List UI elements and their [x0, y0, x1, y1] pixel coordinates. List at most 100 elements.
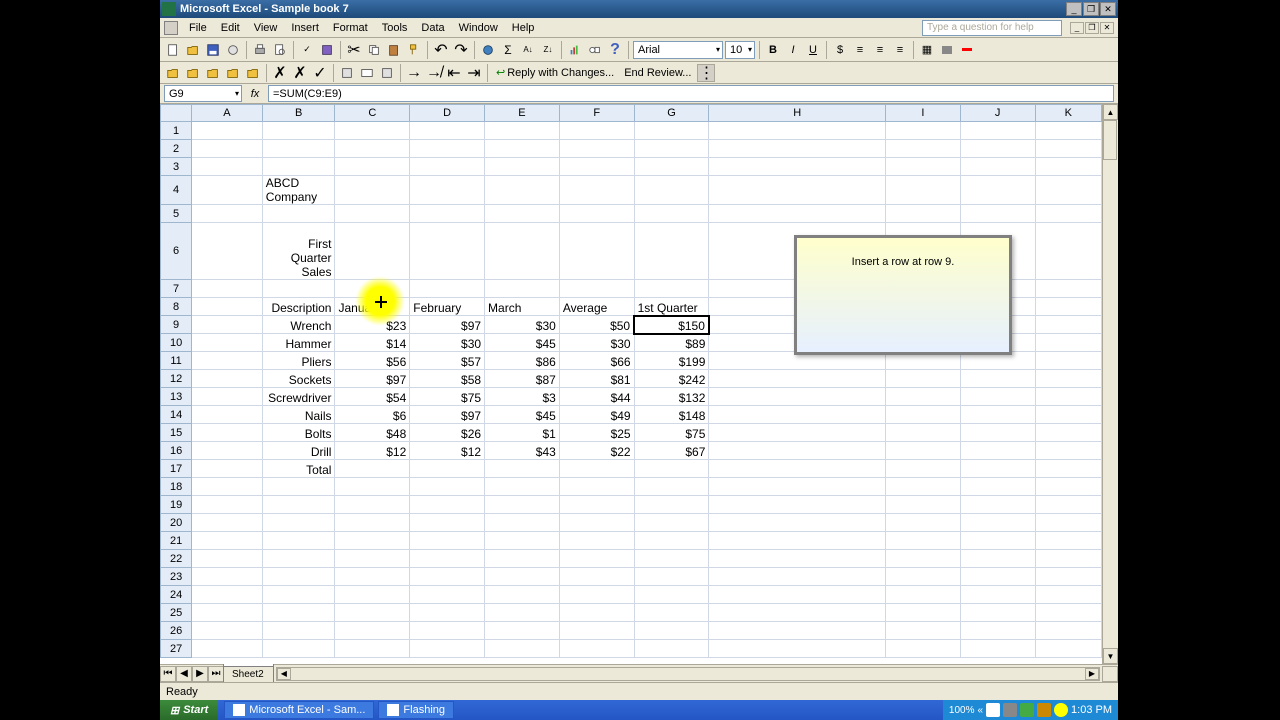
- cell-A6[interactable]: [192, 223, 263, 280]
- cell-J1[interactable]: [960, 122, 1035, 140]
- cell-C7[interactable]: [335, 280, 410, 298]
- vertical-scrollbar[interactable]: ▲ ▼: [1102, 104, 1118, 664]
- cell-E6[interactable]: [485, 223, 560, 280]
- paste-icon[interactable]: [385, 41, 403, 59]
- clock[interactable]: 1:03 PM: [1071, 704, 1112, 716]
- cell-B14[interactable]: Nails: [262, 406, 335, 424]
- cell-E2[interactable]: [485, 140, 560, 158]
- tray-expand-icon[interactable]: «: [977, 705, 983, 716]
- cell-D4[interactable]: [410, 176, 485, 205]
- cell-C3[interactable]: [335, 158, 410, 176]
- cell-E20[interactable]: [485, 514, 560, 532]
- cell-F27[interactable]: [559, 640, 634, 658]
- cell-I22[interactable]: [885, 550, 960, 568]
- toolbar-options-icon[interactable]: ⋮: [697, 64, 715, 82]
- cell-G1[interactable]: [634, 122, 709, 140]
- cell-C4[interactable]: [335, 176, 410, 205]
- cell-F14[interactable]: $49: [559, 406, 634, 424]
- chart-icon[interactable]: [566, 41, 584, 59]
- doc-restore-button[interactable]: ❐: [1085, 22, 1099, 34]
- cell-A24[interactable]: [192, 586, 263, 604]
- cell-D15[interactable]: $26: [410, 424, 485, 442]
- cell-G14[interactable]: $148: [634, 406, 709, 424]
- cell-E12[interactable]: $87: [485, 370, 560, 388]
- cell-K23[interactable]: [1035, 568, 1101, 586]
- cell-J24[interactable]: [960, 586, 1035, 604]
- cell-E26[interactable]: [485, 622, 560, 640]
- autosum-icon[interactable]: Σ: [499, 41, 517, 59]
- tray-icon-2[interactable]: [1003, 703, 1017, 717]
- prev-comment-icon[interactable]: ✗: [291, 64, 309, 82]
- cell-I16[interactable]: [885, 442, 960, 460]
- cell-B24[interactable]: [262, 586, 335, 604]
- cell-F4[interactable]: [559, 176, 634, 205]
- cell-B11[interactable]: Pliers: [262, 352, 335, 370]
- cell-A14[interactable]: [192, 406, 263, 424]
- cell-E18[interactable]: [485, 478, 560, 496]
- cell-A2[interactable]: [192, 140, 263, 158]
- cell-A16[interactable]: [192, 442, 263, 460]
- cell-D1[interactable]: [410, 122, 485, 140]
- cell-H5[interactable]: [709, 205, 886, 223]
- cell-F17[interactable]: [559, 460, 634, 478]
- cell-F13[interactable]: $44: [559, 388, 634, 406]
- cell-E25[interactable]: [485, 604, 560, 622]
- horizontal-scrollbar[interactable]: ◀ ▶: [276, 667, 1100, 681]
- cell-A13[interactable]: [192, 388, 263, 406]
- cell-C22[interactable]: [335, 550, 410, 568]
- cell-I25[interactable]: [885, 604, 960, 622]
- cell-H21[interactable]: [709, 532, 886, 550]
- cell-E23[interactable]: [485, 568, 560, 586]
- cell-A22[interactable]: [192, 550, 263, 568]
- col-header-I[interactable]: I: [885, 105, 960, 122]
- row-header-20[interactable]: 20: [161, 514, 192, 532]
- cell-H4[interactable]: [709, 176, 886, 205]
- cell-A7[interactable]: [192, 280, 263, 298]
- cell-D23[interactable]: [410, 568, 485, 586]
- undo-icon[interactable]: ↶: [432, 41, 450, 59]
- cell-A9[interactable]: [192, 316, 263, 334]
- cell-K5[interactable]: [1035, 205, 1101, 223]
- update-icon[interactable]: [378, 64, 396, 82]
- scroll-down-button[interactable]: ▼: [1103, 648, 1118, 664]
- cell-B2[interactable]: [262, 140, 335, 158]
- minimize-button[interactable]: _: [1066, 2, 1082, 16]
- row-header-25[interactable]: 25: [161, 604, 192, 622]
- cell-G18[interactable]: [634, 478, 709, 496]
- cell-B15[interactable]: Bolts: [262, 424, 335, 442]
- cell-E3[interactable]: [485, 158, 560, 176]
- cell-D13[interactable]: $75: [410, 388, 485, 406]
- cell-I21[interactable]: [885, 532, 960, 550]
- cell-J14[interactable]: [960, 406, 1035, 424]
- formula-input[interactable]: =SUM(C9:E9): [268, 85, 1114, 102]
- cell-F16[interactable]: $22: [559, 442, 634, 460]
- folder2-icon[interactable]: [184, 64, 202, 82]
- cell-C26[interactable]: [335, 622, 410, 640]
- row-header-18[interactable]: 18: [161, 478, 192, 496]
- cell-H25[interactable]: [709, 604, 886, 622]
- cell-H1[interactable]: [709, 122, 886, 140]
- cell-G15[interactable]: $75: [634, 424, 709, 442]
- cell-G2[interactable]: [634, 140, 709, 158]
- cell-G17[interactable]: [634, 460, 709, 478]
- cell-E4[interactable]: [485, 176, 560, 205]
- menu-edit[interactable]: Edit: [214, 20, 247, 36]
- cell-G11[interactable]: $199: [634, 352, 709, 370]
- cell-B12[interactable]: Sockets: [262, 370, 335, 388]
- cell-C1[interactable]: [335, 122, 410, 140]
- cell-D21[interactable]: [410, 532, 485, 550]
- cell-J21[interactable]: [960, 532, 1035, 550]
- cell-G3[interactable]: [634, 158, 709, 176]
- cell-J13[interactable]: [960, 388, 1035, 406]
- cell-B25[interactable]: [262, 604, 335, 622]
- cell-D27[interactable]: [410, 640, 485, 658]
- cell-C10[interactable]: $14: [335, 334, 410, 352]
- tab-nav-first[interactable]: ⏮: [160, 666, 176, 682]
- cell-D16[interactable]: $12: [410, 442, 485, 460]
- row-header-22[interactable]: 22: [161, 550, 192, 568]
- row-header-24[interactable]: 24: [161, 586, 192, 604]
- help-search-input[interactable]: Type a question for help: [922, 20, 1062, 36]
- cell-F12[interactable]: $81: [559, 370, 634, 388]
- cell-H26[interactable]: [709, 622, 886, 640]
- cell-H22[interactable]: [709, 550, 886, 568]
